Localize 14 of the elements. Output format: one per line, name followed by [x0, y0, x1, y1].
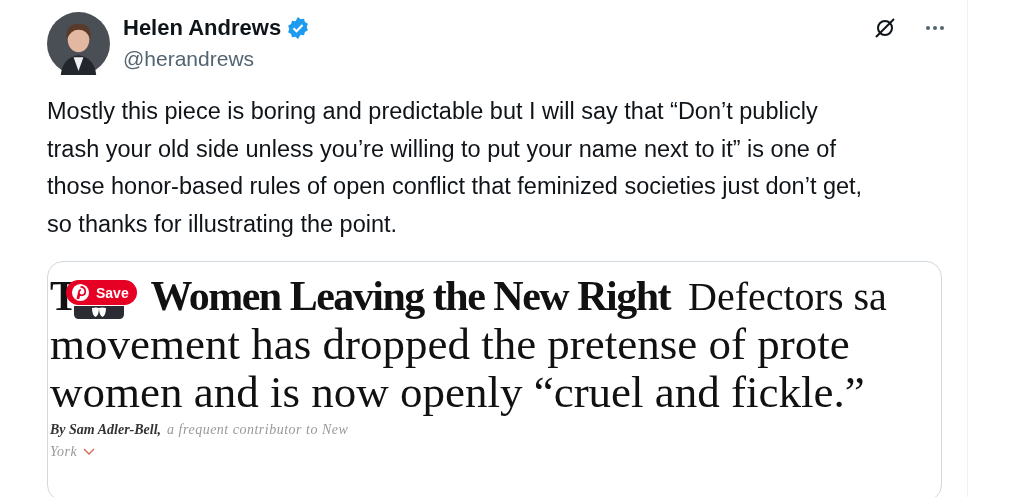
author-handle[interactable]: @herandrews [123, 47, 311, 71]
author-name[interactable]: Helen Andrews [123, 15, 282, 41]
dek-text: women and is now openly “cruel and fickle.” [50, 368, 866, 416]
byline-author[interactable]: By Sam Adler-Bell, [50, 422, 162, 438]
dek-text: movement has dropped the pretense of prote [50, 320, 851, 368]
byline-text: a frequent contributor to New [167, 422, 349, 438]
chevron-down-icon[interactable] [83, 448, 96, 456]
avatar[interactable] [47, 12, 110, 75]
byline-text: York [50, 444, 78, 460]
tweet-text: Mostly this piece is boring and predictable but I will say that “Don’t publicly trash your old side unless you’re willing to put your name next to it” is one of those honor-based rules of open conflict that feminized societies just don’t get, so thanks for illustrating the point. [47, 97, 864, 239]
dek-text: Defectors sa [688, 273, 887, 320]
article-headline: Women Leaving the New Right [150, 272, 670, 320]
masks-icon[interactable] [74, 306, 124, 319]
pin-icon [71, 283, 90, 302]
